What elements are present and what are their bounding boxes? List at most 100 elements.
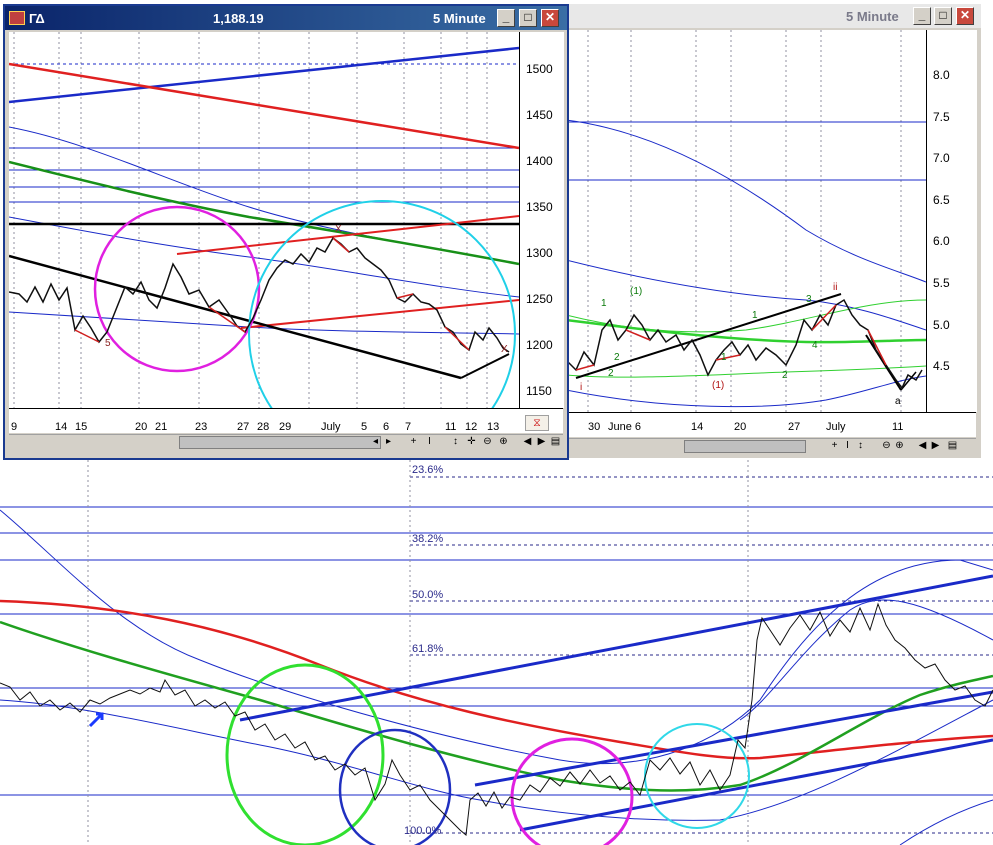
right-ytick-6-0: 6.0 — [933, 234, 950, 248]
left-x-axis: 9 14 15 20 21 23 27 28 29 July 5 6 7 11 … — [9, 408, 563, 433]
text-cursor-icon[interactable]: I — [423, 435, 436, 448]
cursor-icon[interactable]: + — [407, 435, 420, 448]
left-scrollbar[interactable]: ◂ ▸ + I ↕ ✛ ⊖ ⊕ ◀ ▶ ▤ — [9, 434, 563, 449]
crosshair-icon[interactable]: + — [828, 439, 841, 452]
left-xtick-29: 29 — [279, 421, 292, 433]
app-icon — [9, 11, 25, 25]
left-window-titlebar[interactable]: ΓΔ 1,188.19 5 Minute _ □ ✕ — [5, 6, 567, 30]
left-wave-label-x1: X — [335, 224, 342, 235]
zoom-out-icon[interactable]: ⊖ — [481, 435, 494, 448]
left-xtick-12: 12 — [465, 421, 478, 433]
right-wave-label-1: 1 — [601, 298, 607, 309]
fib-label-50-0: 50.0% — [412, 589, 444, 601]
left-xtick-28: 28 — [257, 421, 270, 433]
right-plot-area[interactable]: 1 2 (1) 1 2 1 3 4 2 (1) ii a i — [566, 30, 926, 412]
left-ytick-1150: 1150 — [526, 384, 552, 398]
crosshair-icon[interactable]: ✛ — [465, 435, 478, 448]
right-x-axis: 30 June 6 14 20 27 July 11 — [566, 412, 976, 437]
left-ytick-1250: 1250 — [526, 292, 553, 306]
right-scrollbar[interactable]: + I ↕ ⊖ ⊕ ◀ ▶ ▤ — [566, 438, 976, 453]
main-cyan-circle — [644, 723, 750, 829]
close-button[interactable]: ✕ — [541, 9, 559, 27]
right-ytick-5-5: 5.5 — [933, 276, 950, 290]
right-wave-label-3: (1) — [630, 286, 643, 297]
maximize-button[interactable]: □ — [934, 7, 952, 25]
left-xtick-6: 6 — [383, 421, 390, 433]
prev-icon[interactable]: ◀ — [521, 435, 534, 448]
left-xtick-13: 13 — [487, 421, 500, 433]
left-plot-area[interactable]: 5 X X — [9, 32, 519, 408]
left-ytick-1350: 1350 — [526, 200, 553, 214]
right-xtick-14: 14 — [691, 421, 704, 433]
left-wave-label-5: 5 — [105, 338, 111, 349]
left-xtick-july: July — [321, 421, 341, 433]
left-chart-window[interactable]: ΓΔ 1,188.19 5 Minute _ □ ✕ 5 X X 1500 14… — [3, 4, 569, 460]
right-y-axis: 8.0 7.5 7.0 6.5 6.0 5.5 5.0 4.5 — [926, 30, 977, 412]
left-ytick-1200: 1200 — [526, 338, 553, 352]
window-icon[interactable]: ▤ — [549, 435, 562, 448]
left-xtick-27: 27 — [237, 421, 250, 433]
right-wave-label-10: (1) — [712, 380, 725, 391]
right-wave-label-12: a — [895, 396, 901, 407]
left-window-price: 1,188.19 — [213, 11, 264, 26]
left-xtick-7: 7 — [405, 421, 412, 433]
right-ytick-8-0: 8.0 — [933, 68, 950, 82]
right-chart-window[interactable]: 5 Minute _ □ ✕ 1 2 (1) 1 2 1 3 4 2 (1) i… — [566, 4, 981, 458]
scroll-right-icon[interactable]: ▸ — [382, 435, 395, 448]
next-icon[interactable]: ▶ — [535, 435, 548, 448]
minimize-button[interactable]: _ — [913, 7, 931, 25]
cursor-icon[interactable]: I — [841, 439, 854, 452]
right-wave-label-2: 2 — [614, 352, 620, 363]
close-button[interactable]: ✕ — [956, 7, 974, 25]
scroll-left-icon[interactable]: ◂ — [369, 435, 382, 448]
right-xtick-20: 20 — [734, 421, 747, 433]
next-icon[interactable]: ▶ — [929, 439, 942, 452]
right-wave-label-13: i — [580, 382, 583, 393]
right-wave-label-7: 3 — [806, 294, 812, 305]
left-ytick-1500: 1500 — [526, 62, 553, 76]
zoom-out-icon[interactable]: ⊖ — [880, 439, 893, 452]
main-horizontal-lines — [0, 506, 993, 796]
right-window-interval: 5 Minute — [846, 9, 899, 24]
right-xtick-30: 30 — [588, 421, 601, 433]
minimize-button[interactable]: _ — [497, 9, 515, 27]
move-icon[interactable]: ↕ — [449, 435, 462, 448]
left-window-title: ΓΔ — [29, 11, 45, 26]
zoom-in-icon[interactable]: ⊕ — [893, 439, 906, 452]
right-ytick-7-0: 7.0 — [933, 151, 950, 165]
left-y-axis: 1500 1450 1400 1350 1300 1250 1200 1150 — [519, 32, 564, 408]
fib-label-38-2: 38.2% — [412, 533, 444, 545]
right-wave-label-9: 2 — [608, 368, 614, 379]
left-xtick-15: 15 — [75, 421, 88, 433]
left-xtick-23: 23 — [195, 421, 208, 433]
blue-arrow-icon — [88, 712, 104, 728]
right-xtick-11: 11 — [892, 421, 904, 433]
left-window-interval: 5 Minute — [433, 11, 486, 26]
left-ytick-1450: 1450 — [526, 108, 553, 122]
fib-label-23-6: 23.6% — [412, 464, 444, 476]
window-icon[interactable]: ▤ — [946, 439, 959, 452]
left-xtick-5: 5 — [361, 421, 368, 433]
left-scroll-thumb[interactable] — [179, 436, 381, 449]
maximize-button[interactable]: □ — [519, 9, 537, 27]
move-icon[interactable]: ↕ — [854, 439, 867, 452]
right-wave-label-8: 4 — [812, 340, 818, 351]
left-xtick-11: 11 — [445, 421, 457, 433]
left-xtick-9: 9 — [11, 421, 18, 433]
right-scroll-thumb[interactable] — [684, 440, 806, 453]
right-wave-label-11: ii — [833, 282, 838, 293]
left-axis-marker-icon[interactable]: ⧖ — [525, 415, 549, 431]
left-xtick-20: 20 — [135, 421, 148, 433]
right-ytick-4-5: 4.5 — [933, 359, 950, 373]
zoom-in-icon[interactable]: ⊕ — [497, 435, 510, 448]
left-wave-label-x2: X — [501, 344, 508, 355]
right-wave-label-4: 1 — [752, 310, 758, 321]
left-xtick-14: 14 — [55, 421, 68, 433]
main-thin-ma-4 — [899, 799, 993, 845]
prev-icon[interactable]: ◀ — [916, 439, 929, 452]
fib-label-61-8: 61.8% — [412, 643, 444, 655]
right-ytick-6-5: 6.5 — [933, 193, 950, 207]
right-wave-label-6: 1 — [721, 352, 727, 363]
left-ytick-1400: 1400 — [526, 154, 553, 168]
right-window-titlebar[interactable]: 5 Minute _ □ ✕ — [566, 4, 981, 28]
